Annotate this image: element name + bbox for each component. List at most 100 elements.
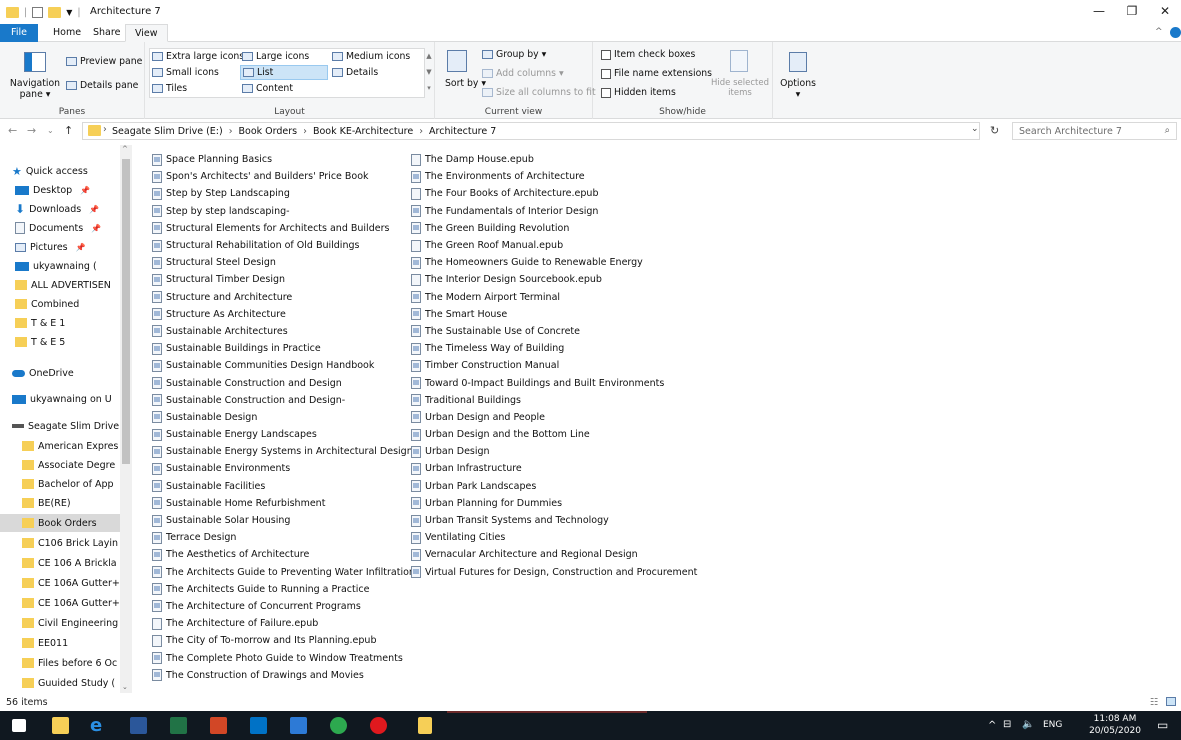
properties-icon[interactable] (32, 7, 44, 18)
file-item[interactable]: The Architecture of Failure.epub (152, 615, 415, 632)
file-item[interactable]: Sustainable Construction and Design- (152, 392, 415, 409)
notification-icon[interactable]: ▭ (1157, 718, 1168, 732)
file-item[interactable]: Urban Planning for Dummies (411, 495, 697, 512)
item-check-boxes-toggle[interactable]: Item check boxes (601, 49, 695, 60)
file-item[interactable]: Sustainable Environments (152, 460, 415, 477)
media-player-icon[interactable] (290, 717, 307, 734)
scroll-down-icon[interactable]: ⌄ (122, 683, 128, 691)
file-item[interactable]: The Sustainable Use of Concrete (411, 323, 697, 340)
volume-icon[interactable]: 🔈 (1022, 719, 1034, 730)
opera-icon[interactable] (370, 717, 387, 734)
file-item[interactable]: Sustainable Home Refurbishment (152, 495, 415, 512)
pin-icon[interactable]: 📌 (80, 186, 90, 195)
clock-date[interactable]: 20/05/2020 (1088, 726, 1142, 736)
breadcrumb-item[interactable]: Book KE-Architecture (313, 126, 413, 137)
nav-item-folder[interactable]: T & E 5 (0, 333, 120, 351)
show-hidden-icons[interactable]: ^ (988, 720, 996, 731)
nav-item-folder[interactable]: Combined (0, 295, 120, 313)
pin-icon[interactable]: 📌 (76, 243, 86, 252)
file-item[interactable]: Sustainable Construction and Design (152, 374, 415, 391)
file-item[interactable]: Urban Design and the Bottom Line (411, 426, 697, 443)
windows-start-icon[interactable] (12, 719, 26, 732)
file-item[interactable]: The Green Building Revolution (411, 220, 697, 237)
navigation-pane-button[interactable]: Navigation pane ▾ (6, 78, 64, 100)
file-item[interactable]: Sustainable Facilities (152, 478, 415, 495)
breadcrumb-item[interactable]: Seagate Slim Drive (E:) (112, 126, 223, 137)
file-item[interactable]: Structural Elements for Architects and B… (152, 220, 415, 237)
file-item[interactable]: The Architecture of Concurrent Programs (152, 598, 415, 615)
tab-share[interactable]: Share (84, 24, 129, 42)
nav-quick-access[interactable]: ★ Quick access (0, 162, 120, 180)
file-item[interactable]: The Architects Guide to Preventing Water… (152, 564, 415, 581)
customize-toolbar-icon[interactable]: ▼ (66, 8, 72, 17)
file-item[interactable]: Traditional Buildings (411, 392, 697, 409)
layout-content[interactable]: Content (242, 83, 293, 94)
file-item[interactable]: The Aesthetics of Architecture (152, 546, 415, 563)
layout-tiles[interactable]: Tiles (152, 83, 187, 94)
file-item[interactable]: Urban Design and People (411, 409, 697, 426)
file-item[interactable]: Step by Step Landscaping (152, 185, 415, 202)
outlook-icon[interactable] (250, 717, 267, 734)
large-icons-view-icon[interactable] (1166, 697, 1176, 706)
file-item[interactable]: The Green Roof Manual.epub (411, 237, 697, 254)
file-item[interactable]: The Construction of Drawings and Movies (152, 667, 415, 684)
nav-folder[interactable]: Associate Degre (0, 456, 120, 474)
file-item[interactable]: Spon's Architects' and Builders' Price B… (152, 168, 415, 185)
file-item[interactable]: Timber Construction Manual (411, 357, 697, 374)
layout-gallery-scroll[interactable]: ▲ ▼ ▾ (425, 48, 433, 98)
nav-folder[interactable]: EE011 (0, 634, 120, 652)
tab-view[interactable]: View (125, 24, 168, 42)
file-item[interactable]: The Damp House.epub (411, 151, 697, 168)
file-item[interactable]: Sustainable Design (152, 409, 415, 426)
pin-icon[interactable]: 📌 (91, 224, 101, 233)
layout-large-icons[interactable]: Large icons (242, 51, 309, 62)
nav-scrollbar[interactable]: ^ ⌄ (120, 145, 132, 693)
file-item[interactable]: The Smart House (411, 306, 697, 323)
nav-folder[interactable]: Bachelor of App (0, 475, 120, 493)
file-item[interactable]: Sustainable Buildings in Practice (152, 340, 415, 357)
nav-item-folder[interactable]: ALL ADVERTISEN (0, 276, 120, 294)
layout-details[interactable]: Details (332, 67, 378, 78)
file-item[interactable]: The Environments of Architecture (411, 168, 697, 185)
forward-button[interactable]: → (27, 124, 36, 137)
nav-folder[interactable]: CE 106A Gutter+ (0, 574, 120, 592)
file-item[interactable]: Space Planning Basics (152, 151, 415, 168)
recent-locations-button[interactable]: ⌄ (47, 126, 54, 135)
nav-item-user[interactable]: ukyawnaing ( (0, 257, 120, 275)
nav-folder[interactable]: CE 106A Gutter+ (0, 594, 120, 612)
nav-item-folder[interactable]: T & E 1 (0, 314, 120, 332)
nav-folder-active[interactable]: Book Orders (0, 514, 120, 532)
file-item[interactable]: Structural Steel Design (152, 254, 415, 271)
file-item[interactable]: Vernacular Architecture and Regional Des… (411, 546, 697, 563)
file-item[interactable]: The Interior Design Sourcebook.epub (411, 271, 697, 288)
file-item[interactable]: Ventilating Cities (411, 529, 697, 546)
nav-item-documents[interactable]: Documents 📌 (0, 219, 120, 237)
file-item[interactable]: The Modern Airport Terminal (411, 289, 697, 306)
nav-item-desktop[interactable]: Desktop 📌 (0, 181, 120, 199)
preview-pane-button[interactable]: Preview pane (66, 56, 142, 67)
nav-onedrive[interactable]: OneDrive (0, 364, 120, 382)
file-explorer-icon[interactable] (52, 717, 69, 734)
close-button[interactable]: ✕ (1150, 4, 1180, 18)
file-item[interactable]: The City of To-morrow and Its Planning.e… (152, 632, 415, 649)
file-item[interactable]: Urban Design (411, 443, 697, 460)
up-button[interactable]: ↑ (64, 124, 73, 137)
nav-item-downloads[interactable]: ⬇ Downloads 📌 (0, 200, 120, 218)
excel-icon[interactable] (170, 717, 187, 734)
file-item[interactable]: Sustainable Energy Landscapes (152, 426, 415, 443)
file-item[interactable]: Step by step landscaping- (152, 203, 415, 220)
file-item[interactable]: The Timeless Way of Building (411, 340, 697, 357)
add-columns-button[interactable]: Add columns ▾ (482, 68, 564, 79)
word-icon[interactable] (130, 717, 147, 734)
layout-extra-large-icons[interactable]: Extra large icons (152, 51, 244, 62)
clock-time[interactable]: 11:08 AM (1092, 714, 1138, 724)
file-item[interactable]: Sustainable Solar Housing (152, 512, 415, 529)
nav-item-pictures[interactable]: Pictures 📌 (0, 238, 120, 256)
hidden-items-toggle[interactable]: Hidden items (601, 87, 676, 98)
file-item[interactable]: Urban Park Landscapes (411, 478, 697, 495)
refresh-button[interactable]: ↻ (990, 124, 999, 137)
search-input[interactable]: Search Architecture 7 ⌕ (1012, 122, 1177, 140)
back-button[interactable]: ← (8, 124, 17, 137)
layout-list[interactable]: List (240, 65, 328, 80)
layout-medium-icons[interactable]: Medium icons (332, 51, 410, 62)
